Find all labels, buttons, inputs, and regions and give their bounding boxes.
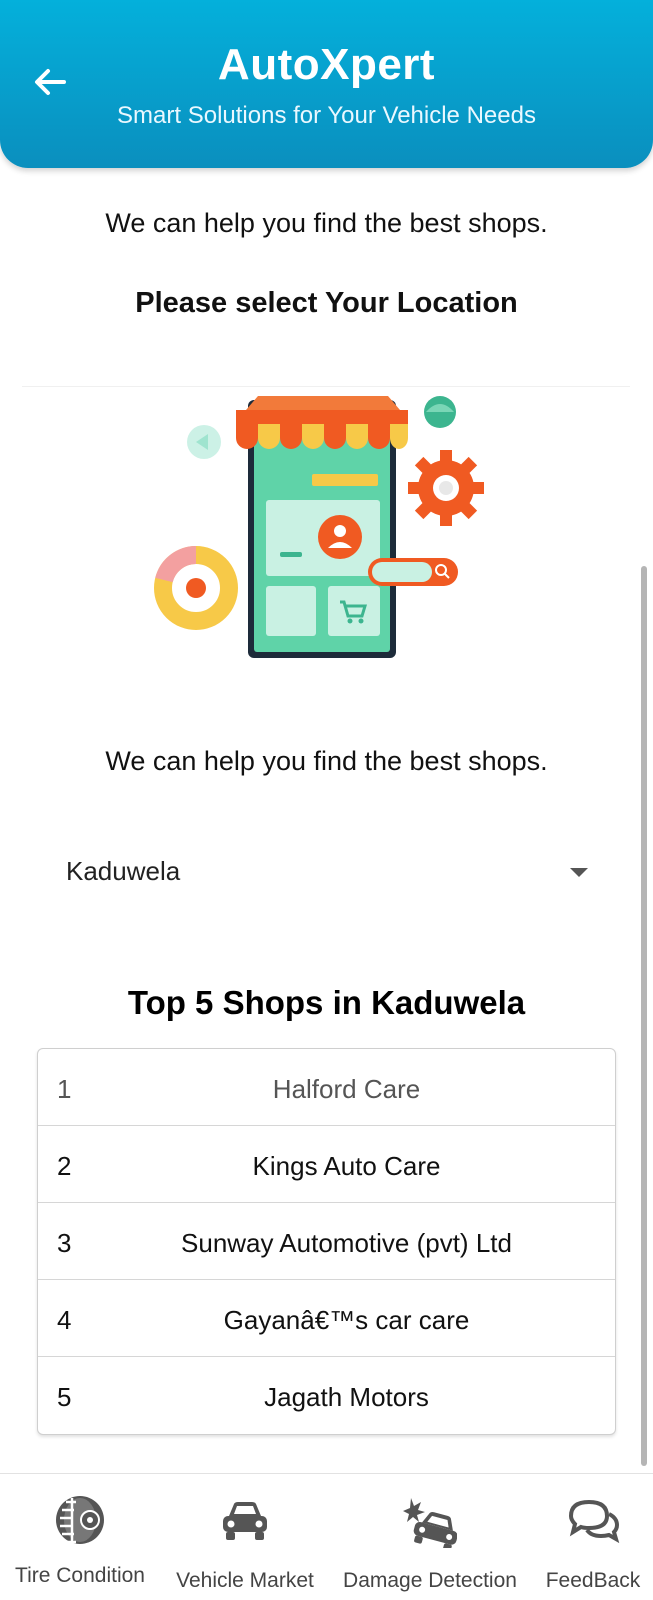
- shop-name: Sunway Automotive (pvt) Ltd: [181, 1228, 512, 1258]
- car-icon: [223, 1502, 267, 1540]
- shops-table: 1 Halford Care 2 Kings Auto Care 3 Sunwa…: [37, 1048, 616, 1435]
- nav-label: FeedBack: [545, 1569, 641, 1592]
- shop-rank: 1: [57, 1074, 72, 1104]
- table-row[interactable]: 5 Jagath Motors: [38, 1357, 615, 1434]
- nav-vehicle-market[interactable]: Vehicle Market: [165, 1474, 325, 1600]
- scrollbar[interactable]: [641, 566, 647, 1466]
- help-text-secondary: We can help you find the best shops.: [105, 746, 548, 776]
- top-shops-heading: Top 5 Shops in Kaduwela: [127, 984, 526, 1021]
- nav-label: Damage Detection: [343, 1569, 517, 1592]
- help-text: We can help you find the best shops.: [105, 208, 548, 238]
- car-crash-icon: [403, 1498, 457, 1548]
- table-row[interactable]: 3 Sunway Automotive (pvt) Ltd: [38, 1203, 615, 1280]
- table-row[interactable]: 4 Gayanâ€™s car care: [38, 1280, 615, 1357]
- nav-damage-detection[interactable]: Damage Detection: [335, 1474, 525, 1600]
- shop-illustration: [150, 390, 500, 670]
- tire-icon: [56, 1496, 104, 1544]
- nav-tire-condition[interactable]: Tire Condition: [0, 1474, 160, 1600]
- shop-name: Jagath Motors: [264, 1382, 429, 1412]
- shop-rank: 4: [57, 1305, 72, 1335]
- divider: [22, 386, 630, 387]
- location-dropdown[interactable]: Kaduwela: [56, 848, 604, 896]
- table-row[interactable]: 2 Kings Auto Care: [38, 1126, 615, 1203]
- nav-feedback[interactable]: FeedBack: [533, 1474, 653, 1600]
- select-location-heading: Please select Your Location: [135, 287, 518, 319]
- app-header: AutoXpert Smart Solutions for Your Vehic…: [0, 0, 653, 168]
- location-selected-value: Kaduwela: [66, 856, 181, 886]
- chevron-down-icon: [570, 868, 588, 877]
- chat-bubbles-icon: [568, 1499, 620, 1544]
- nav-label: Vehicle Market: [176, 1569, 314, 1592]
- shop-rank: 2: [57, 1151, 72, 1181]
- table-row[interactable]: 1 Halford Care: [38, 1049, 615, 1126]
- app-title: AutoXpert: [217, 40, 436, 89]
- shop-rank: 3: [57, 1228, 72, 1258]
- shop-name: Halford Care: [272, 1074, 421, 1104]
- app-subtitle: Smart Solutions for Your Vehicle Needs: [117, 102, 536, 129]
- shop-name: Kings Auto Care: [252, 1151, 441, 1181]
- bottom-nav: Tire Condition Vehicle Market Damage Det…: [0, 1473, 653, 1600]
- nav-label: Tire Condition: [15, 1564, 145, 1587]
- shop-name: Gayanâ€™s car care: [223, 1305, 470, 1335]
- shop-rank: 5: [57, 1382, 72, 1412]
